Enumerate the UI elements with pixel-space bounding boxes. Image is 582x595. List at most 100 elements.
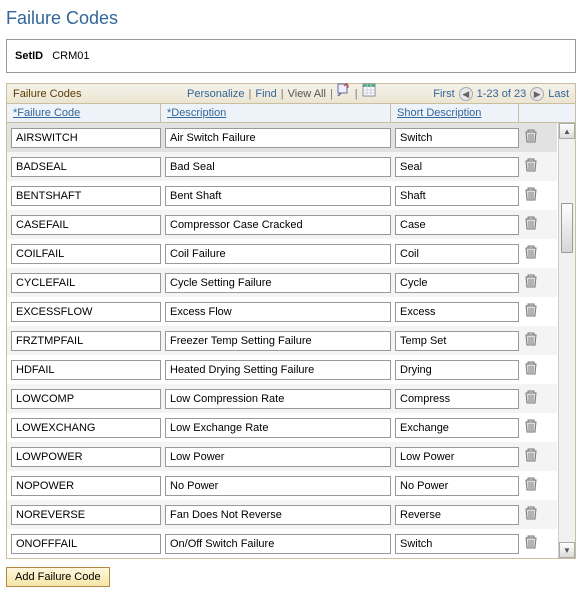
table-row: [7, 471, 557, 500]
delete-row-button[interactable]: [521, 448, 541, 465]
delete-row-button[interactable]: [521, 187, 541, 204]
trash-icon: [525, 187, 537, 204]
grid-title: Failure Codes: [13, 84, 183, 104]
scroll-thumb[interactable]: [561, 203, 573, 253]
description-input[interactable]: [165, 331, 391, 351]
delete-row-button[interactable]: [521, 332, 541, 349]
failure-code-input[interactable]: [11, 302, 161, 322]
download-icon[interactable]: [362, 83, 376, 104]
failure-code-input[interactable]: [11, 447, 161, 467]
table-row: [7, 326, 557, 355]
trash-icon: [525, 419, 537, 436]
description-input[interactable]: [165, 360, 391, 380]
col-header-short-description[interactable]: Short Description: [391, 104, 519, 122]
description-input[interactable]: [165, 505, 391, 525]
description-input[interactable]: [165, 186, 391, 206]
short-description-input[interactable]: [395, 447, 519, 467]
delete-row-button[interactable]: [521, 216, 541, 233]
nav-prev-icon[interactable]: ◀: [459, 87, 473, 101]
description-input[interactable]: [165, 302, 391, 322]
table-row: [7, 239, 557, 268]
short-description-input[interactable]: [395, 157, 519, 177]
short-description-input[interactable]: [395, 186, 519, 206]
failure-code-input[interactable]: [11, 331, 161, 351]
delete-row-button[interactable]: [521, 129, 541, 146]
short-description-input[interactable]: [395, 476, 519, 496]
description-input[interactable]: [165, 418, 391, 438]
short-description-input[interactable]: [395, 215, 519, 235]
short-description-input[interactable]: [395, 244, 519, 264]
description-input[interactable]: [165, 476, 391, 496]
short-description-input[interactable]: [395, 128, 519, 148]
description-input[interactable]: [165, 244, 391, 264]
failure-code-input[interactable]: [11, 157, 161, 177]
table-row: [7, 355, 557, 384]
setid-panel: SetID CRM01: [6, 39, 576, 73]
add-failure-code-button[interactable]: Add Failure Code: [6, 567, 110, 587]
failure-code-input[interactable]: [11, 360, 161, 380]
short-description-input[interactable]: [395, 273, 519, 293]
delete-row-button[interactable]: [521, 274, 541, 291]
delete-row-button[interactable]: [521, 419, 541, 436]
delete-row-button[interactable]: [521, 158, 541, 175]
short-description-input[interactable]: [395, 302, 519, 322]
description-input[interactable]: [165, 389, 391, 409]
short-description-input[interactable]: [395, 505, 519, 525]
trash-icon: [525, 361, 537, 378]
trash-icon: [525, 216, 537, 233]
grid-scrollbar[interactable]: ▲ ▼: [558, 123, 575, 558]
trash-icon: [525, 129, 537, 146]
table-row: [7, 442, 557, 471]
col-header-description[interactable]: *Description: [161, 104, 391, 122]
table-row: [7, 297, 557, 326]
failure-code-input[interactable]: [11, 505, 161, 525]
trash-icon: [525, 506, 537, 523]
table-row: [7, 152, 557, 181]
grid-toolbar: Failure Codes Personalize | Find | View …: [6, 83, 576, 103]
failure-code-input[interactable]: [11, 128, 161, 148]
failure-code-input[interactable]: [11, 389, 161, 409]
nav-range: 1-23 of 23: [477, 84, 527, 104]
scroll-up-icon[interactable]: ▲: [559, 123, 575, 139]
table-row: [7, 268, 557, 297]
short-description-input[interactable]: [395, 389, 519, 409]
zoom-icon[interactable]: [337, 83, 351, 104]
delete-row-button[interactable]: [521, 390, 541, 407]
personalize-link[interactable]: Personalize: [187, 84, 244, 104]
description-input[interactable]: [165, 215, 391, 235]
col-header-failure-code[interactable]: *Failure Code: [7, 104, 161, 122]
failure-code-input[interactable]: [11, 186, 161, 206]
delete-row-button[interactable]: [521, 361, 541, 378]
trash-icon: [525, 303, 537, 320]
delete-row-button[interactable]: [521, 535, 541, 552]
delete-row-button[interactable]: [521, 303, 541, 320]
delete-row-button[interactable]: [521, 245, 541, 262]
setid-label: SetID: [15, 50, 43, 62]
trash-icon: [525, 448, 537, 465]
failure-code-input[interactable]: [11, 476, 161, 496]
scroll-down-icon[interactable]: ▼: [559, 542, 575, 558]
trash-icon: [525, 390, 537, 407]
nav-first[interactable]: First: [433, 84, 454, 104]
trash-icon: [525, 332, 537, 349]
description-input[interactable]: [165, 128, 391, 148]
delete-row-button[interactable]: [521, 506, 541, 523]
nav-next-icon[interactable]: ▶: [530, 87, 544, 101]
delete-row-button[interactable]: [521, 477, 541, 494]
page-title: Failure Codes: [0, 0, 582, 39]
short-description-input[interactable]: [395, 331, 519, 351]
nav-last[interactable]: Last: [548, 84, 569, 104]
description-input[interactable]: [165, 273, 391, 293]
failure-code-input[interactable]: [11, 273, 161, 293]
column-header-row: *Failure Code *Description Short Descrip…: [6, 103, 576, 123]
description-input[interactable]: [165, 447, 391, 467]
find-link[interactable]: Find: [255, 84, 276, 104]
description-input[interactable]: [165, 157, 391, 177]
view-all-link[interactable]: View All: [288, 84, 326, 104]
trash-icon: [525, 245, 537, 262]
short-description-input[interactable]: [395, 418, 519, 438]
failure-code-input[interactable]: [11, 244, 161, 264]
short-description-input[interactable]: [395, 360, 519, 380]
failure-code-input[interactable]: [11, 418, 161, 438]
failure-code-input[interactable]: [11, 215, 161, 235]
